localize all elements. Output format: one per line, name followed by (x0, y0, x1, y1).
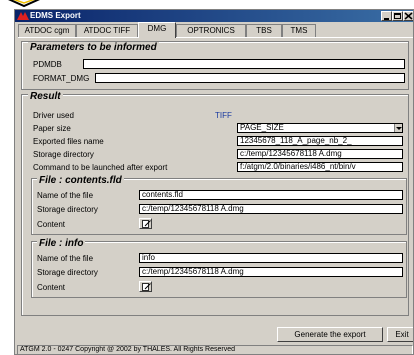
tab-optronics[interactable]: OPTRONICS (176, 24, 246, 37)
title-bar[interactable]: EDMS Export (15, 10, 413, 22)
driver-used-label: Driver used (33, 111, 74, 120)
close-icon (404, 12, 413, 20)
tab-tbs[interactable]: TBS (246, 24, 282, 37)
pdmdb-field[interactable] (83, 59, 405, 69)
minimize-icon (384, 18, 389, 20)
maximize-icon (394, 13, 401, 19)
storage-directory-label: Storage directory (33, 150, 94, 159)
file-contents-content-label: Content (37, 220, 66, 229)
document-edit-icon (142, 283, 151, 291)
file-contents-content-button[interactable] (139, 218, 152, 229)
format-dmg-field[interactable] (95, 73, 405, 83)
status-bar: ATGM 2.0 - 0247 Copyright @ 2002 by THAL… (17, 345, 413, 354)
exported-files-name-field[interactable]: 12345678_118_A_page_nb_2_ (237, 136, 403, 146)
format-dmg-label: FORMAT_DMG (33, 74, 90, 83)
parameters-group-title: Parameters to be informed (28, 42, 159, 53)
file-contents-name-field[interactable]: contents.fld (139, 190, 403, 200)
minimize-button[interactable] (381, 11, 392, 21)
brand-chevron-icon (8, 0, 40, 8)
tab-tms[interactable]: TMS (282, 24, 316, 37)
tab-atdoc-cgm[interactable]: ATDOC cgm (18, 24, 76, 37)
document-edit-icon (142, 220, 151, 228)
tab-panel-edge (18, 37, 413, 38)
paper-size-select[interactable]: PAGE_SIZE (237, 123, 403, 133)
file-contents-name-label: Name of the file (37, 191, 94, 200)
app-logo-icon (17, 12, 29, 20)
tab-label: TBS (256, 26, 272, 35)
tab-label: TMS (290, 26, 308, 35)
file-info-name-field[interactable]: info (139, 253, 403, 263)
file-info-content-button[interactable] (139, 281, 152, 292)
edms-export-window: EDMS Export ATDOC cgm ATDOC TIFF DMG OPT… (14, 9, 414, 355)
command-after-export-label: Command to be launched after export (33, 163, 168, 172)
close-button[interactable] (403, 11, 413, 21)
tab-label: DMG (147, 24, 167, 33)
exit-button[interactable]: Exit (387, 327, 413, 342)
driver-used-value: TIFF (215, 111, 232, 120)
exported-files-name-label: Exported files name (33, 137, 104, 146)
logo-strip (0, 0, 414, 9)
tab-atdoc-tiff[interactable]: ATDOC TIFF (76, 24, 138, 37)
storage-directory-field[interactable]: c:/temp/12345678118 A.dmg (237, 149, 403, 159)
tab-label: OPTRONICS (187, 26, 235, 35)
generate-export-button[interactable]: Generate the export (277, 327, 383, 342)
tab-label: ATDOC TIFF (83, 26, 131, 35)
file-contents-storage-field[interactable]: c:/temp/12345678118 A.dmg (139, 204, 403, 214)
command-after-export-field[interactable]: f:/atgm/2.0/binaries/i486_nt/bin/v (237, 162, 403, 172)
window-title: EDMS Export (30, 11, 81, 20)
file-contents-group-title: File : contents.fld (37, 175, 124, 186)
paper-size-label: Paper size (33, 124, 71, 133)
file-info-group-title: File : info (37, 238, 86, 249)
chevron-down-icon[interactable] (394, 124, 402, 132)
pdmdb-label: PDMDB (33, 60, 62, 69)
maximize-button[interactable] (392, 11, 403, 21)
file-info-storage-label: Storage directory (37, 268, 98, 277)
tab-bar: ATDOC cgm ATDOC TIFF DMG OPTRONICS TBS T… (18, 22, 413, 38)
file-info-storage-field[interactable]: c:/temp/12345678118 A.dmg (139, 267, 403, 277)
file-info-name-label: Name of the file (37, 254, 94, 263)
paper-size-value: PAGE_SIZE (240, 123, 284, 132)
file-contents-storage-label: Storage directory (37, 205, 98, 214)
tab-label: ATDOC cgm (24, 26, 70, 35)
tab-dmg[interactable]: DMG (138, 22, 176, 38)
result-group-title: Result (28, 91, 63, 102)
file-info-content-label: Content (37, 283, 66, 292)
